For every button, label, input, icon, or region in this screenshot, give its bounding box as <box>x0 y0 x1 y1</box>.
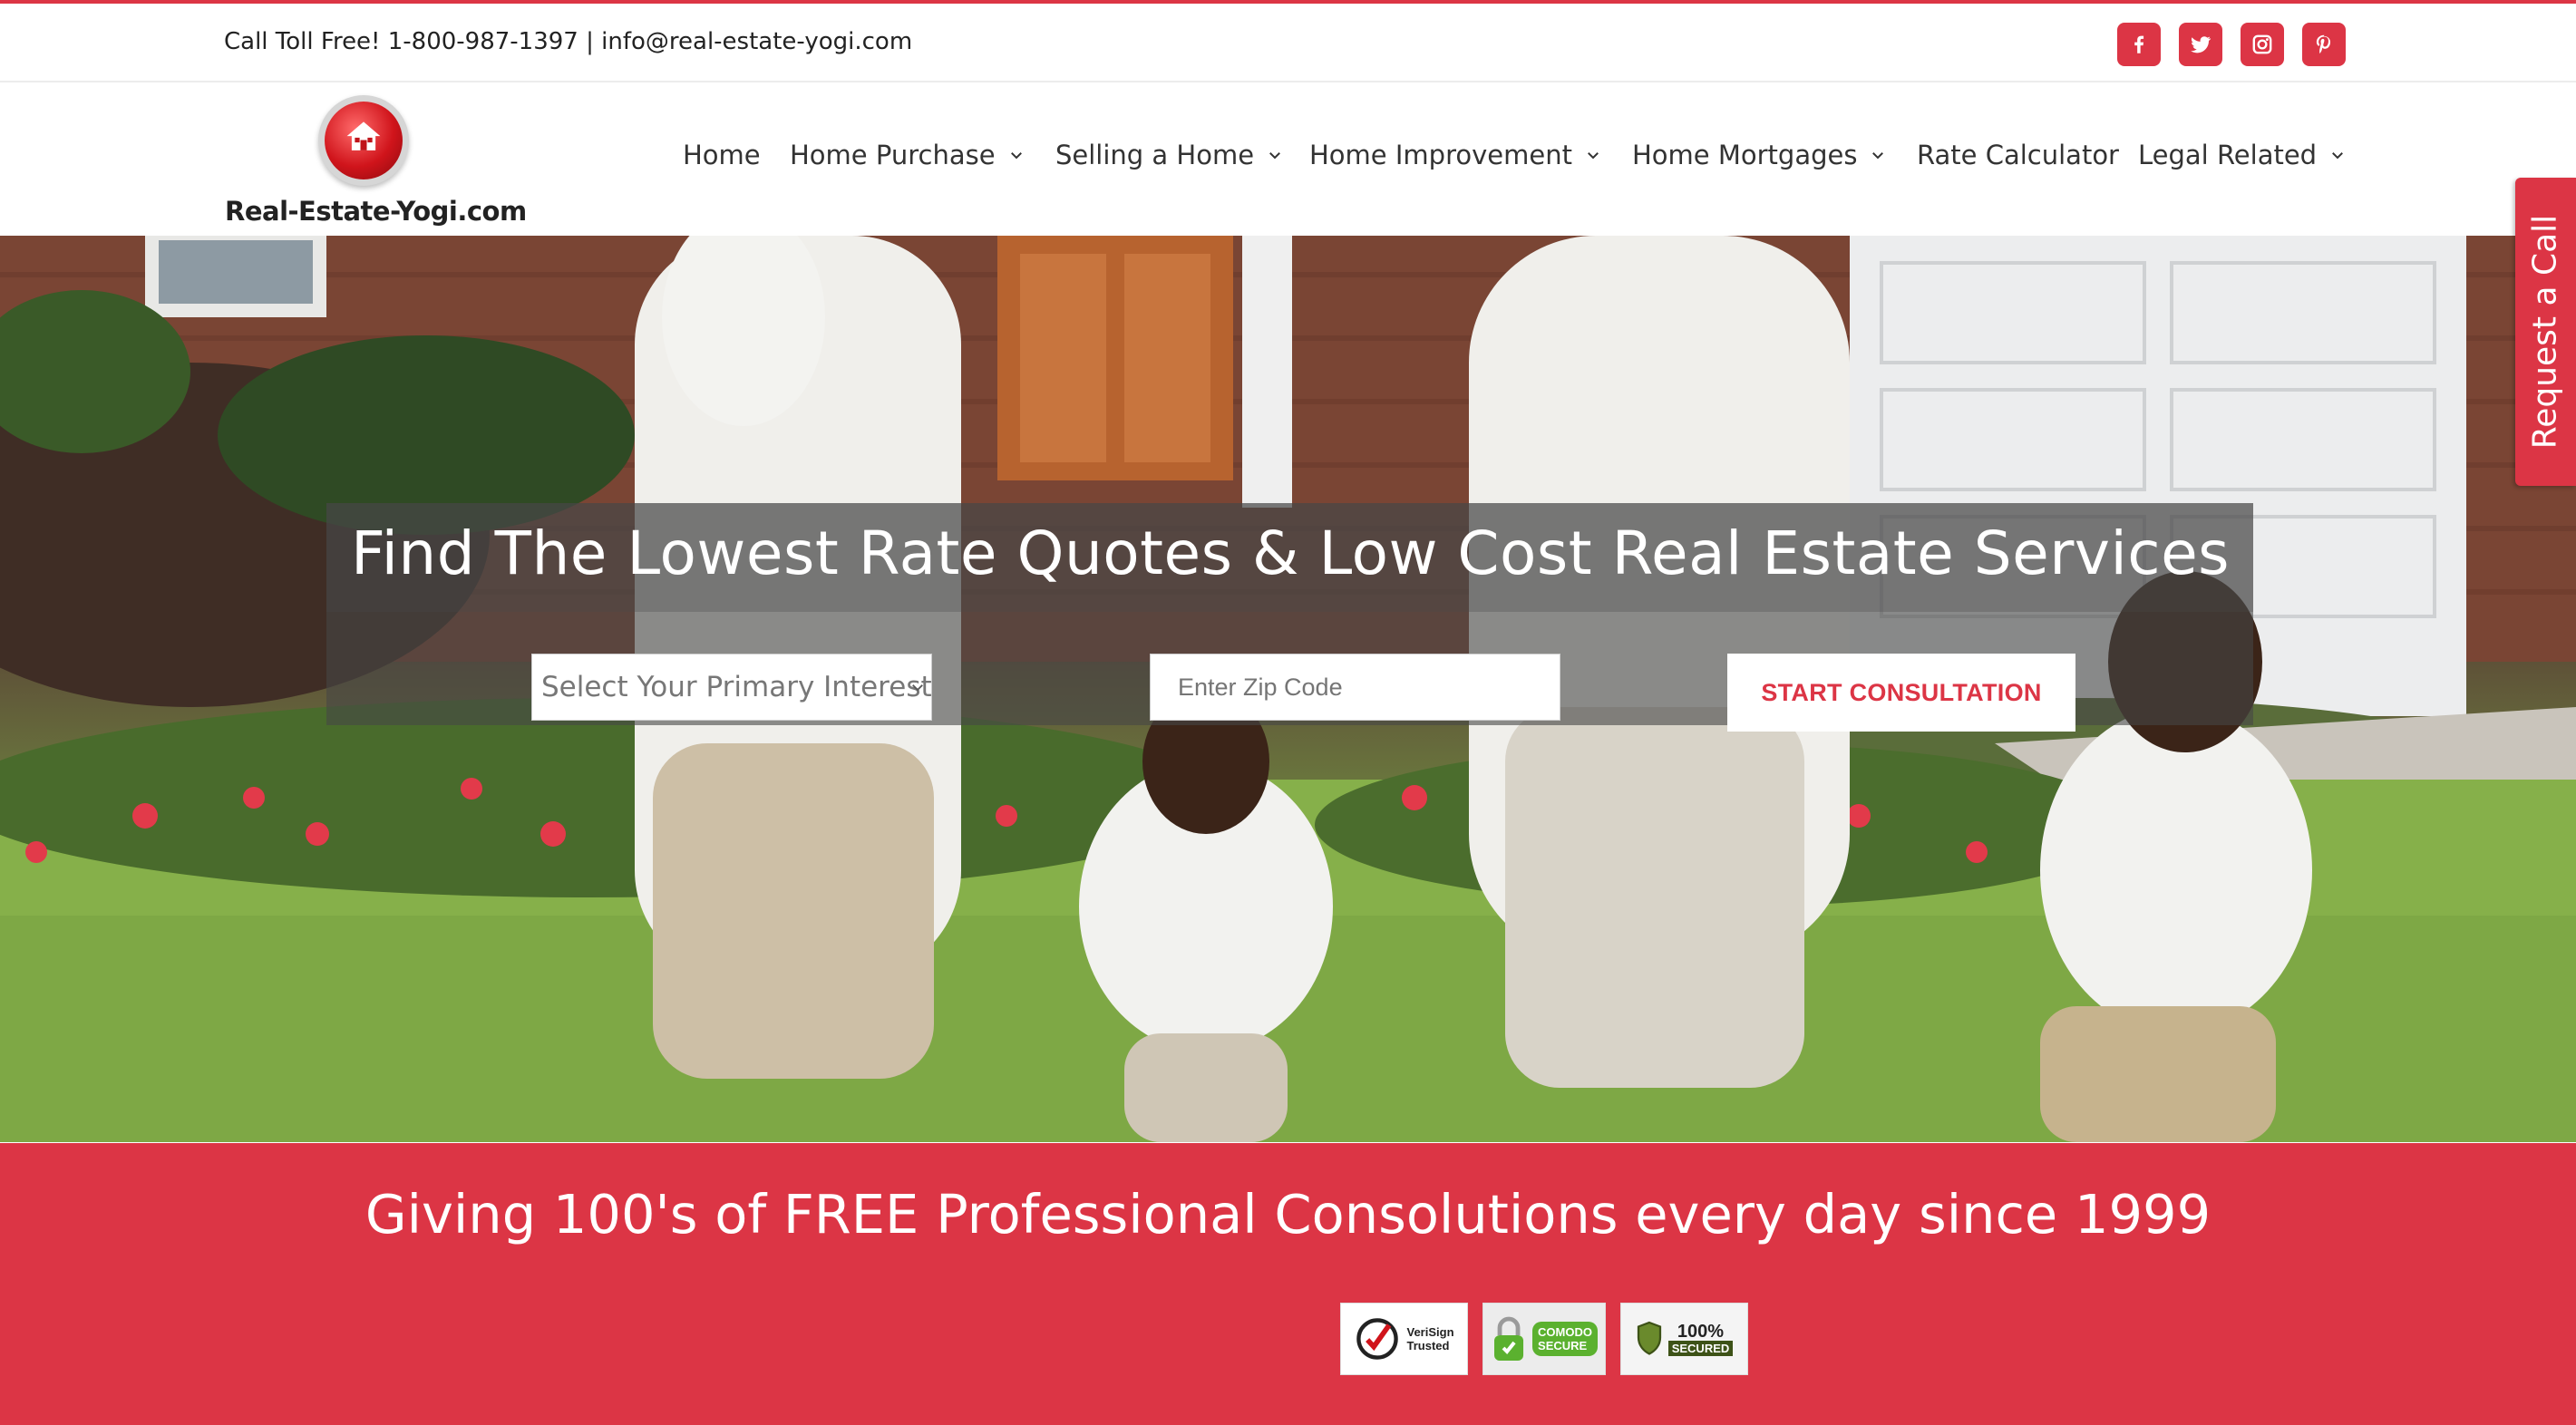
nav-home[interactable]: Home <box>683 140 761 170</box>
chevron-down-icon <box>1010 152 1022 160</box>
facebook-link[interactable] <box>2117 23 2161 66</box>
verisign-check-icon <box>1356 1318 1399 1360</box>
comodo-badge: COMODO SECURE <box>1482 1303 1606 1375</box>
top-bar: Call Toll Free! 1-800-987-1397 | info@re… <box>0 4 2576 82</box>
pinterest-link[interactable] <box>2302 23 2346 66</box>
chevron-down-icon <box>2332 152 2344 160</box>
request-a-call-label: Request a Call <box>2526 214 2564 450</box>
request-a-call-tab[interactable]: Request a Call <box>2515 178 2576 486</box>
nav-label: Home Improvement <box>1309 140 1572 170</box>
trust-band: Giving 100's of FREE Professional Consol… <box>0 1143 2576 1425</box>
logo-text: Real-Estate-Yogi.com <box>225 196 527 227</box>
nav-home-mortgages[interactable]: Home Mortgages <box>1632 140 1886 170</box>
nav-rate-calculator[interactable]: Rate Calculator <box>1917 140 2119 170</box>
nav-selling-a-home[interactable]: Selling a Home <box>1055 140 1283 170</box>
facebook-icon <box>2134 35 2144 53</box>
badge-line2: SECURE <box>1538 1339 1588 1352</box>
nav-label: Home <box>683 140 761 170</box>
hero-section: Find The Lowest Rate Quotes & Low Cost R… <box>0 236 2576 1142</box>
main-nav: Home Home Purchase Selling a Home Home I… <box>0 140 2576 185</box>
badge-line1: 100% <box>1677 1321 1725 1342</box>
nav-label: Selling a Home <box>1055 140 1255 170</box>
nav-label: Home Mortgages <box>1632 140 1858 170</box>
comodo-lock-icon <box>1494 1316 1524 1362</box>
select-value: Select Your Primary Interest <box>541 671 932 703</box>
shield-icon <box>1637 1321 1661 1355</box>
hero-title-box: Find The Lowest Rate Quotes & Low Cost R… <box>326 503 2253 612</box>
badge-line1: COMODO <box>1538 1325 1592 1339</box>
trust-headline: Giving 100's of FREE Professional Consol… <box>365 1183 2211 1246</box>
social-links <box>2117 23 2346 66</box>
badge-line1: VeriSign <box>1406 1325 1454 1339</box>
badge-line2: SECURED <box>1667 1340 1734 1356</box>
badge-line2: Trusted <box>1406 1339 1450 1352</box>
instagram-link[interactable] <box>2241 23 2284 66</box>
twitter-icon <box>2191 36 2211 53</box>
instagram-icon <box>2252 34 2272 54</box>
primary-interest-select[interactable]: Select Your Primary Interest <box>531 654 932 721</box>
hero-title: Find The Lowest Rate Quotes & Low Cost R… <box>350 519 2231 588</box>
nav-home-improvement[interactable]: Home Improvement <box>1309 140 1601 170</box>
secured-badge: 100% SECURED <box>1620 1303 1748 1375</box>
start-consultation-button[interactable]: START CONSULTATION <box>1727 654 2075 732</box>
chevron-down-icon <box>1269 152 1281 160</box>
nav-home-purchase[interactable]: Home Purchase <box>790 140 1025 170</box>
site-header: Real-Estate-Yogi.com Home Home Purchase … <box>0 83 2576 236</box>
nav-label: Home Purchase <box>790 140 996 170</box>
verisign-badge: VeriSign Trusted <box>1340 1303 1468 1375</box>
chevron-down-icon <box>1588 152 1599 160</box>
twitter-link[interactable] <box>2179 23 2222 66</box>
trust-badges: VeriSign Trusted COMODO SECURE 100% SECU… <box>1340 1303 1748 1375</box>
nav-label: Legal Related <box>2138 140 2318 170</box>
pinterest-icon <box>2316 34 2331 53</box>
chevron-down-icon <box>1872 152 1884 160</box>
page: Call Toll Free! 1-800-987-1397 | info@re… <box>0 0 2576 1425</box>
nav-label: Rate Calculator <box>1917 140 2119 170</box>
nav-legal-related[interactable]: Legal Related <box>2138 140 2346 170</box>
contact-info: Call Toll Free! 1-800-987-1397 | info@re… <box>224 28 913 55</box>
chevron-down-icon <box>912 684 923 692</box>
zip-code-input[interactable] <box>1150 654 1560 721</box>
